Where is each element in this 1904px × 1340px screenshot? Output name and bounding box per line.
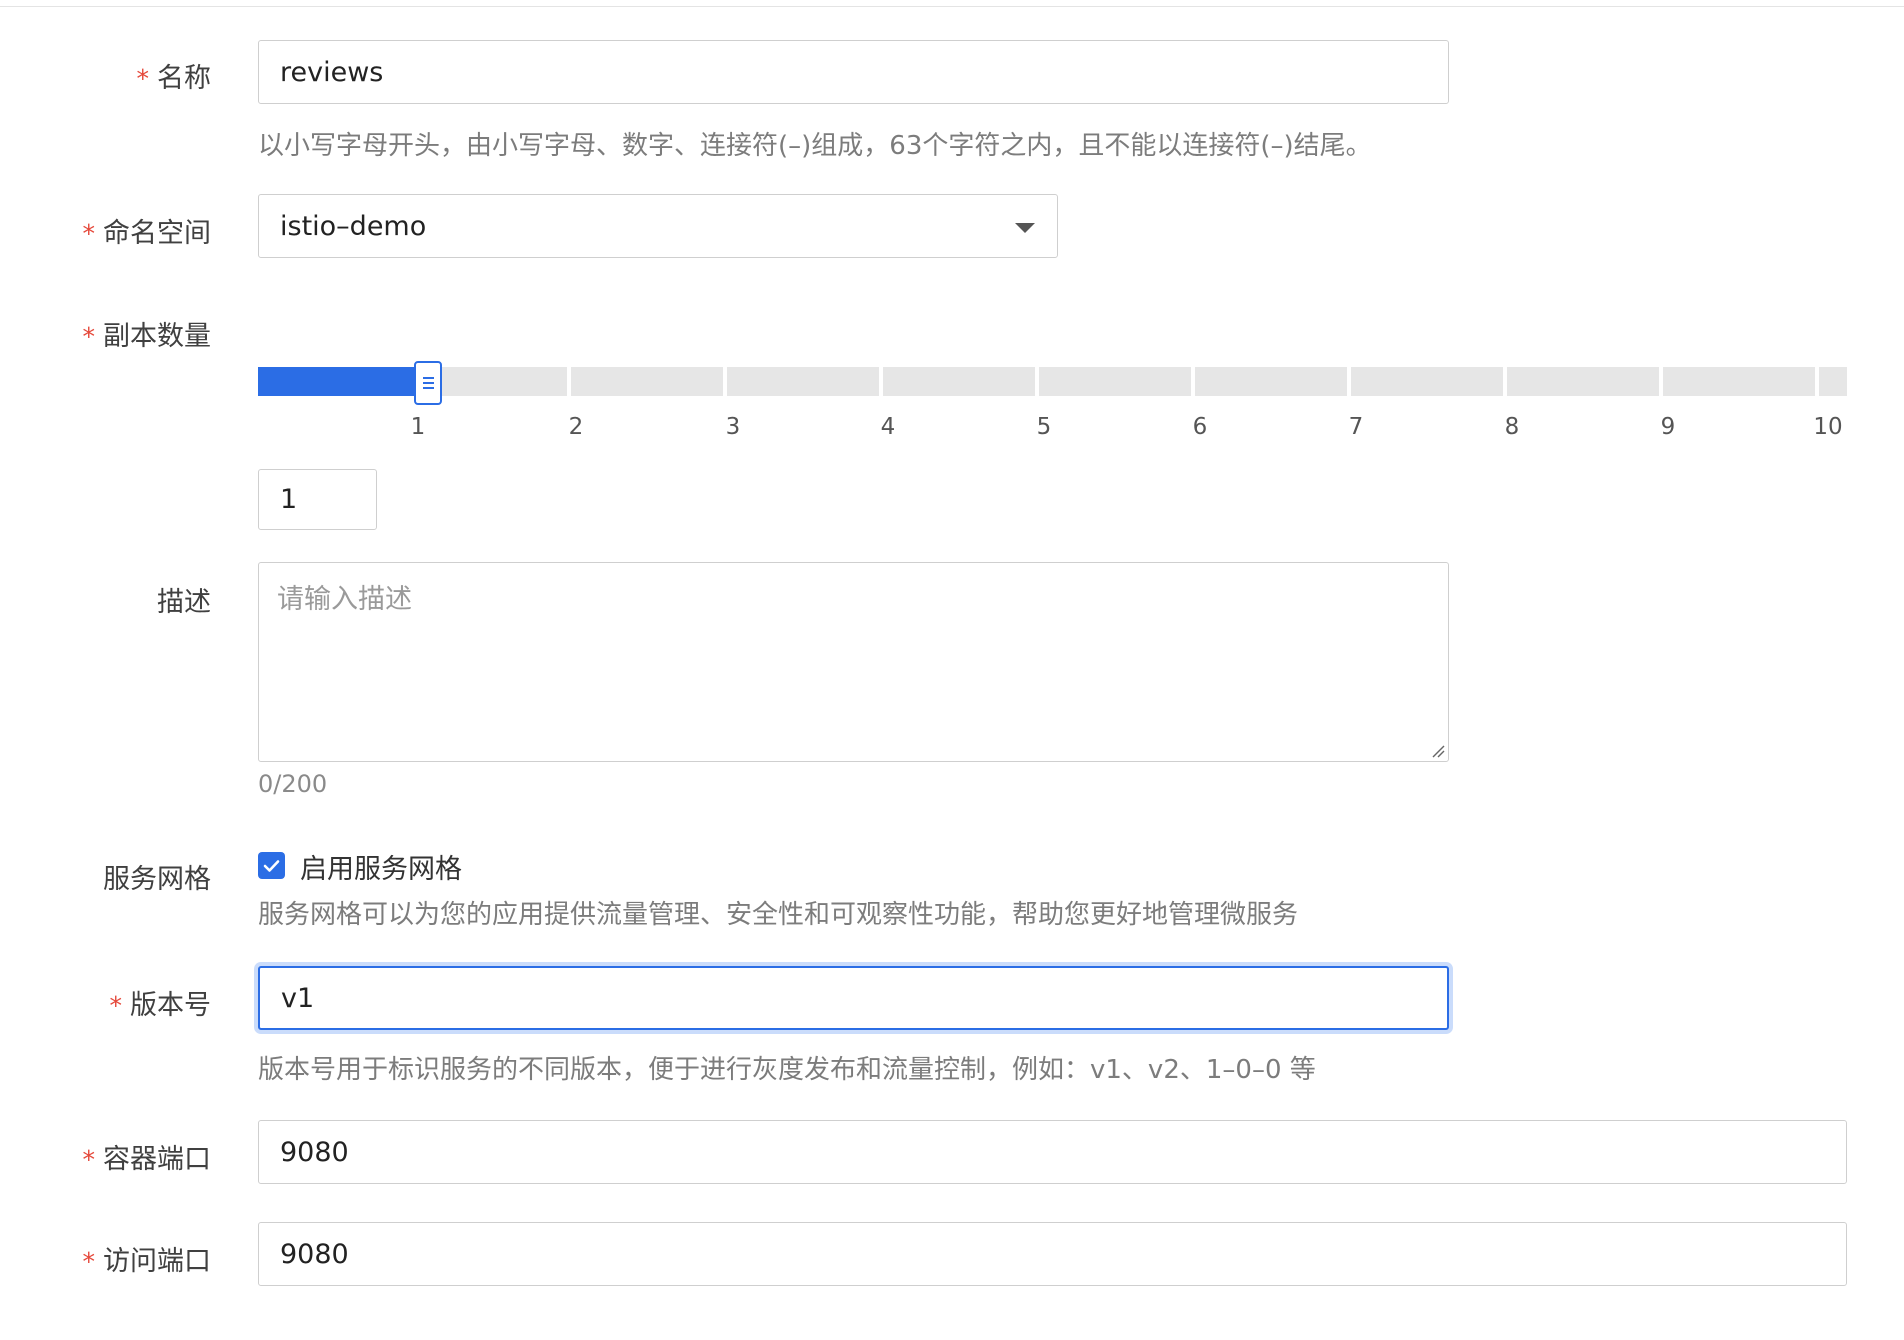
- check-icon: [263, 859, 280, 872]
- version-label-text: 版本号: [130, 990, 211, 1021]
- access-port-input[interactable]: 9080: [258, 1222, 1847, 1286]
- container-port-label-text: 容器端口: [103, 1144, 211, 1175]
- slider-tick-label: 4: [880, 414, 896, 440]
- container-port-label: * 容器端口: [83, 1137, 212, 1176]
- replicas-label-text: 副本数量: [103, 321, 211, 352]
- name-input-value: reviews: [280, 56, 384, 88]
- slider-fill: [258, 367, 418, 396]
- description-label-text: 描述: [157, 587, 211, 618]
- mesh-hint: 服务网格可以为您的应用提供流量管理、安全性和可观察性功能，帮助您更好地管理微服务: [258, 900, 1299, 930]
- caret-down-icon: [1015, 223, 1035, 233]
- resize-handle-icon[interactable]: [1431, 744, 1445, 758]
- mesh-checkbox[interactable]: [258, 852, 285, 879]
- top-divider: [0, 6, 1904, 7]
- slider-segment: [1351, 367, 1503, 396]
- description-counter: 0/200: [258, 770, 328, 798]
- access-port-label-text: 访问端口: [103, 1246, 211, 1277]
- mesh-checkbox-label[interactable]: 启用服务网格: [300, 847, 462, 886]
- version-label: * 版本号: [110, 983, 212, 1022]
- version-input-value: v1: [281, 982, 315, 1014]
- slider-tick-label: 8: [1504, 414, 1520, 440]
- slider-tick-label: 10: [1813, 414, 1843, 440]
- namespace-label-text: 命名空间: [103, 218, 211, 249]
- version-hint: 版本号用于标识服务的不同版本，便于进行灰度发布和流量控制，例如：v1、v2、1–…: [258, 1055, 1316, 1085]
- replicas-label: * 副本数量: [83, 314, 212, 353]
- replicas-number-input[interactable]: 1: [258, 469, 377, 530]
- slider-tick-label: 9: [1660, 414, 1676, 440]
- slider-segment: [727, 367, 879, 396]
- slider-segment: [1663, 367, 1815, 396]
- namespace-selected-value: istio–demo: [280, 210, 427, 242]
- required-mark: *: [82, 1247, 96, 1276]
- required-mark: *: [82, 322, 96, 351]
- slider-tick-label: 1: [410, 414, 426, 440]
- slider-segment: [1195, 367, 1347, 396]
- mesh-label-text: 服务网格: [103, 864, 211, 895]
- required-mark: *: [109, 991, 123, 1020]
- description-placeholder: 请输入描述: [277, 584, 412, 615]
- slider-segment: [883, 367, 1035, 396]
- mesh-label: 服务网格: [103, 857, 211, 896]
- replicas-slider-track[interactable]: [258, 367, 1847, 396]
- grip-icon: [422, 377, 434, 389]
- description-textarea[interactable]: 请输入描述: [258, 562, 1449, 762]
- container-port-value: 9080: [280, 1136, 349, 1168]
- slider-tick-label: 2: [568, 414, 584, 440]
- slider-tick-label: 3: [725, 414, 741, 440]
- name-input[interactable]: reviews: [258, 40, 1449, 104]
- container-port-input[interactable]: 9080: [258, 1120, 1847, 1184]
- version-input[interactable]: v1: [258, 966, 1449, 1030]
- slider-segment: [571, 367, 723, 396]
- namespace-select[interactable]: istio–demo: [258, 194, 1058, 258]
- replicas-number-value: 1: [280, 484, 298, 515]
- access-port-value: 9080: [280, 1238, 349, 1270]
- slider-handle[interactable]: [414, 361, 442, 405]
- required-mark: *: [82, 1145, 96, 1174]
- slider-segment: [1507, 367, 1659, 396]
- name-label-text: 名称: [157, 63, 211, 94]
- name-hint: 以小写字母开头，由小写字母、数字、连接符(–)组成，63个字符之内，且不能以连接…: [258, 131, 1372, 161]
- required-mark: *: [136, 64, 150, 93]
- slider-segment: [1039, 367, 1191, 396]
- description-label: 描述: [157, 580, 211, 619]
- name-label: * 名称: [137, 56, 212, 95]
- namespace-label: * 命名空间: [83, 211, 212, 250]
- slider-segment: [1819, 367, 1847, 396]
- slider-tick-label: 7: [1348, 414, 1364, 440]
- slider-tick-label: 5: [1036, 414, 1052, 440]
- access-port-label: * 访问端口: [83, 1239, 212, 1278]
- required-mark: *: [82, 219, 96, 248]
- slider-tick-label: 6: [1192, 414, 1208, 440]
